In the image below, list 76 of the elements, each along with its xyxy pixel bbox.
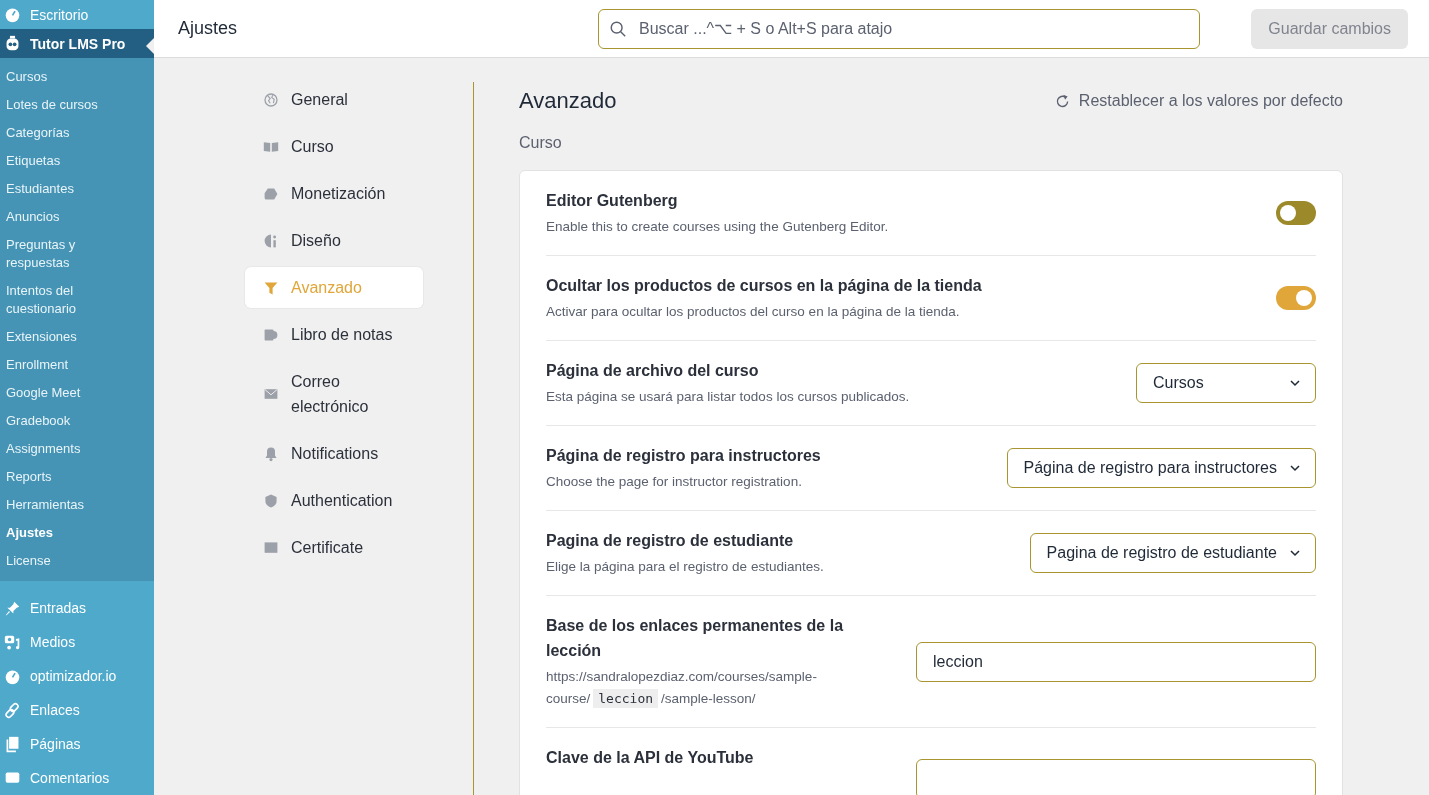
setting-description: Choose the page for instructor registration. — [546, 473, 803, 491]
pages-icon — [4, 735, 21, 753]
gauge-icon — [4, 6, 21, 23]
permalink-description: https://sandralopezdiaz.com/courses/sample-course/ leccion /sample-lesson/ — [546, 668, 818, 710]
submenu-item[interactable]: Estudiantes — [0, 175, 154, 203]
submenu-item[interactable]: Categorías — [0, 119, 154, 147]
settings-nav-item[interactable]: Diseño — [245, 220, 423, 261]
settings-nav-item[interactable]: Certificate — [245, 527, 423, 568]
setting-title: Pagina de registro de estudiante — [546, 531, 795, 551]
setting-description: Enable this to create courses using the Gutenberg Editor. — [546, 218, 889, 236]
owl-icon — [4, 35, 21, 52]
globe-icon — [263, 91, 279, 108]
submenu-item[interactable]: Extensiones — [0, 323, 154, 351]
admin-menu-item[interactable]: Tutor LMS Pro — [0, 29, 154, 58]
settings-nav-item[interactable]: Libro de notas — [245, 314, 423, 355]
submenu-item[interactable]: Enrollment — [0, 351, 154, 379]
setting-title: Ocultar los productos de cursos en la página de la tienda — [546, 276, 982, 296]
submenu-item[interactable]: Preguntas y respuestas — [0, 231, 154, 277]
submenu-item[interactable]: Anuncios — [0, 203, 154, 231]
submenu-item[interactable]: Ajustes — [0, 519, 154, 547]
admin-menu-item[interactable]: Comentarios — [0, 761, 154, 795]
settings-nav-item[interactable]: Notifications — [245, 433, 423, 474]
media-icon — [4, 633, 21, 651]
admin-menu-item[interactable]: Entradas — [0, 591, 154, 625]
page-title: Ajustes — [178, 18, 239, 39]
filter-icon — [263, 279, 279, 296]
settings-nav-item[interactable]: Authentication — [245, 480, 423, 521]
submenu-item[interactable]: Reports — [0, 463, 154, 491]
admin-menu-item[interactable]: optimizador.io — [0, 659, 154, 693]
chevron-icon — [1289, 462, 1301, 474]
chevron-icon — [1289, 377, 1301, 389]
submenu-item[interactable]: License — [0, 547, 154, 575]
search-field[interactable]: Buscar ...^⌥ + S o Alt+S para atajo — [598, 8, 1200, 49]
settings-nav-item[interactable]: Correo electrónico — [245, 361, 423, 427]
link-icon — [4, 701, 21, 719]
select-dropdown[interactable]: Pagina de registro de estudiante — [1029, 533, 1316, 573]
group-label: Curso — [519, 134, 563, 152]
palette-icon — [263, 232, 279, 249]
submenu-item[interactable]: Gradebook — [0, 407, 154, 435]
submenu-item[interactable]: Lotes de cursos — [0, 91, 154, 119]
setting-description: Elige la página para el registro de estudiantes. — [546, 558, 824, 576]
toggle-switch[interactable] — [1276, 286, 1316, 310]
reset-link[interactable]: Restablecer a los valores por defecto — [1053, 92, 1343, 110]
toggle-switch[interactable] — [1276, 201, 1316, 225]
setting-description: Activar para ocultar los productos del curso en la página de la tienda. — [546, 303, 961, 321]
select-dropdown[interactable]: Cursos — [1136, 363, 1316, 403]
setting-title: Base de los enlaces permanentes de la lección — [546, 616, 845, 661]
admin-menu-item[interactable]: Escritorio — [0, 0, 154, 29]
setting-title: Clave de la API de YouTube — [546, 748, 754, 768]
bell-icon — [263, 445, 279, 462]
section-title: Avanzado — [519, 88, 617, 114]
input-field[interactable] — [916, 759, 1316, 795]
submenu-item[interactable]: Assignments — [0, 435, 154, 463]
settings-nav-item[interactable]: Avanzado — [245, 267, 423, 308]
chevron-icon — [1289, 547, 1301, 559]
setting-description: Esta página se usará para listar todos los cursos publicados. — [546, 388, 910, 406]
shield-icon — [263, 492, 279, 509]
submenu-item[interactable]: Etiquetas — [0, 147, 154, 175]
admin-menu-item[interactable]: Páginas — [0, 727, 154, 761]
submenu-item[interactable]: Google Meet — [0, 379, 154, 407]
setting-title: Página de archivo del curso — [546, 361, 760, 381]
settings-nav-item[interactable]: Monetización — [245, 173, 423, 214]
select-dropdown[interactable]: Página de registro para instructores — [1006, 448, 1316, 488]
setting-title: Editor Gutenberg — [546, 191, 679, 211]
submenu-item[interactable]: Intentos del cuestionario — [0, 277, 154, 323]
settings-nav-item[interactable]: Curso — [245, 126, 423, 167]
input-field[interactable]: leccion — [916, 641, 1316, 682]
submenu-item[interactable]: Cursos — [0, 63, 154, 91]
search-icon — [609, 19, 627, 38]
admin-menu-item[interactable]: Medios — [0, 625, 154, 659]
settings-nav-item[interactable]: General — [245, 79, 423, 120]
setting-title: Página de registro para instructores — [546, 446, 821, 466]
submenu-item[interactable]: Herramientas — [0, 491, 154, 519]
mail-icon — [263, 386, 279, 402]
admin-menu-item[interactable]: Enlaces — [0, 693, 154, 727]
pin-icon — [4, 599, 21, 617]
